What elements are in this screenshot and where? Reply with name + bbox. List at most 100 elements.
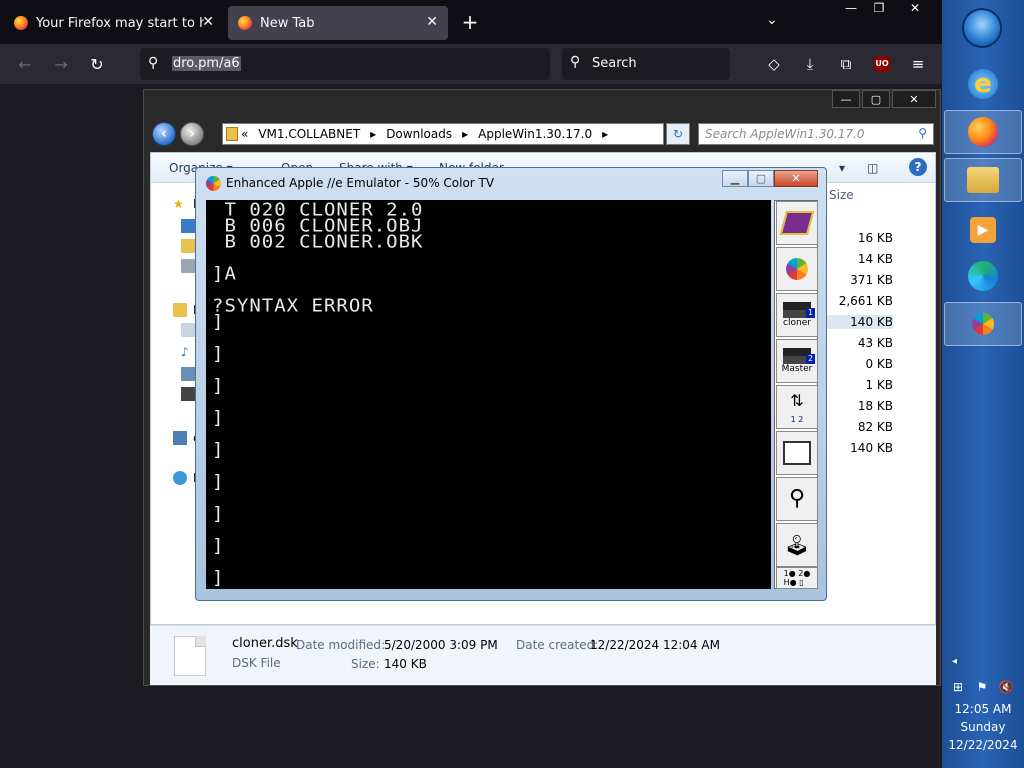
preview-pane-icon[interactable]: ◫ bbox=[867, 161, 878, 175]
minimize-button[interactable]: — bbox=[836, 0, 866, 18]
back-button[interactable]: ‹ bbox=[152, 122, 176, 146]
volume-muted-icon[interactable]: 🔇 bbox=[998, 680, 1014, 694]
close-button[interactable]: ✕ bbox=[774, 170, 818, 187]
tab-title: New Tab bbox=[260, 15, 315, 31]
close-window-button[interactable]: ✕ bbox=[900, 0, 930, 18]
minimize-button[interactable]: — bbox=[832, 90, 860, 108]
computer-icon[interactable] bbox=[173, 431, 187, 445]
apple-logo-icon bbox=[206, 176, 221, 191]
fullscreen-icon bbox=[783, 441, 811, 465]
run-button[interactable] bbox=[776, 247, 818, 291]
help-button[interactable]: ? bbox=[909, 158, 927, 176]
libraries-icon[interactable] bbox=[173, 303, 187, 317]
pictures-icon[interactable] bbox=[181, 367, 195, 381]
tab-new-tab[interactable]: New Tab ✕ bbox=[228, 6, 448, 40]
forward-button[interactable]: › bbox=[180, 122, 204, 146]
menu-icon[interactable]: ≡ bbox=[908, 54, 928, 74]
swap-drives-button[interactable]: ⇅ 1 2 bbox=[776, 385, 818, 429]
system-tray: ◂ ⊞ ⚑ 🔇 12:05 AM Sunday 12/22/2024 bbox=[942, 650, 1024, 768]
screen-line: ] bbox=[212, 567, 225, 589]
extensions-icon[interactable]: ⧉ bbox=[836, 54, 856, 74]
firefox-icon bbox=[968, 117, 998, 147]
taskbar-media-player[interactable]: ▶ bbox=[944, 208, 1022, 252]
minimize-button[interactable]: ▁ bbox=[722, 170, 748, 187]
restore-button[interactable]: ▢ bbox=[862, 90, 890, 108]
tab-firefox-notice[interactable]: Your Firefox may start to have p ✕ bbox=[4, 6, 224, 40]
breadcrumb-vm1[interactable]: VM1.COLLABNET bbox=[258, 127, 360, 141]
breadcrumb-overflow[interactable]: « bbox=[241, 127, 248, 141]
forward-button[interactable]: → bbox=[50, 54, 72, 76]
setup-button[interactable]: 🕹 bbox=[776, 523, 818, 567]
network-icon[interactable] bbox=[173, 471, 187, 485]
refresh-button[interactable]: ↻ bbox=[666, 123, 690, 145]
maximize-button[interactable]: ▢ bbox=[748, 170, 774, 187]
clock-time[interactable]: 12:05 AM bbox=[942, 702, 1024, 716]
search-icon: ⚲ bbox=[148, 55, 159, 71]
drive1-label: cloner bbox=[783, 318, 811, 328]
tray-expand-button[interactable]: ◂ bbox=[952, 656, 957, 667]
recent-places-icon[interactable] bbox=[181, 259, 195, 273]
pocket-icon[interactable]: ◇ bbox=[764, 54, 784, 74]
close-icon[interactable]: ✕ bbox=[202, 14, 214, 30]
start-button[interactable] bbox=[962, 8, 1002, 48]
search-icon: ⚲ bbox=[918, 126, 927, 140]
close-icon[interactable]: ✕ bbox=[426, 14, 438, 30]
restore-button[interactable]: ❐ bbox=[864, 0, 894, 18]
desktop-icon[interactable] bbox=[181, 219, 195, 233]
taskbar-internet-explorer[interactable]: e bbox=[944, 62, 1022, 106]
screen-line: B 002 CLONER.OBK bbox=[212, 231, 424, 253]
taskbar-edge[interactable] bbox=[944, 254, 1022, 298]
clock-date[interactable]: 12/22/2024 bbox=[942, 738, 1024, 752]
favorites-star-icon[interactable]: ★ bbox=[173, 197, 187, 211]
clock-day[interactable]: Sunday bbox=[942, 720, 1024, 734]
emulator-screen[interactable]: T 020 CLONER 2.0 B 006 CLONER.OBJ B 002 … bbox=[206, 200, 771, 589]
debug-button[interactable]: ⚲ bbox=[776, 477, 818, 521]
drive1-button[interactable]: 1 cloner bbox=[776, 293, 818, 337]
documents-icon[interactable] bbox=[181, 323, 195, 337]
breadcrumb-separator[interactable]: ▸ bbox=[370, 127, 376, 141]
ublock-icon[interactable]: UO bbox=[874, 56, 890, 72]
url-bar[interactable]: ⚲ dro.pm/a6 bbox=[140, 48, 550, 80]
downloads-icon[interactable]: ⤓ bbox=[800, 54, 820, 74]
drive2-button[interactable]: 2 Master bbox=[776, 339, 818, 383]
drive-number: 1 bbox=[806, 308, 815, 318]
reload-button[interactable]: ↻ bbox=[86, 54, 108, 76]
explorer-search-input[interactable]: Search AppleWin1.30.17.0 ⚲ bbox=[698, 123, 934, 145]
breadcrumb-downloads[interactable]: Downloads bbox=[386, 127, 452, 141]
close-button[interactable]: ✕ bbox=[892, 90, 936, 108]
taskbar-applewin[interactable] bbox=[944, 302, 1022, 346]
network-icon[interactable]: ⊞ bbox=[950, 680, 966, 694]
url-input[interactable]: dro.pm/a6 bbox=[172, 56, 241, 71]
view-options-icon[interactable]: ▾ bbox=[839, 161, 845, 175]
breadcrumb-applewin[interactable]: AppleWin1.30.17.0 bbox=[478, 127, 592, 141]
detail-created: 12/22/2024 12:04 AM bbox=[590, 638, 720, 652]
folder-icon bbox=[226, 127, 238, 141]
breadcrumb-separator[interactable]: ▸ bbox=[462, 127, 468, 141]
emulator-toolbar: 1 cloner 2 Master ⇅ 1 2 ⚲ 🕹 1● 2● H● ▯ bbox=[774, 200, 818, 589]
music-icon[interactable]: ♪ bbox=[181, 345, 195, 359]
applewin-window: Enhanced Apple //e Emulator - 50% Color … bbox=[195, 167, 827, 601]
firefox-icon bbox=[14, 16, 28, 30]
screen-line: ]A bbox=[212, 263, 237, 285]
downloads-folder-icon[interactable] bbox=[181, 239, 195, 253]
column-header-size[interactable]: Size bbox=[829, 188, 854, 202]
action-center-flag-icon[interactable]: ⚑ bbox=[974, 680, 990, 694]
taskbar-firefox[interactable] bbox=[944, 110, 1022, 154]
new-tab-button[interactable]: + bbox=[458, 10, 482, 34]
back-button[interactable]: ← bbox=[14, 54, 36, 76]
window-title: Enhanced Apple //e Emulator - 50% Color … bbox=[226, 176, 495, 190]
details-pane: cloner.dsk DSK File Date modified: 5/20/… bbox=[150, 625, 936, 685]
address-bar[interactable]: « VM1.COLLABNET ▸ Downloads ▸ AppleWin1.… bbox=[222, 123, 664, 145]
magnifier-icon: ⚲ bbox=[788, 486, 806, 511]
taskbar-explorer[interactable] bbox=[944, 158, 1022, 202]
help-button[interactable] bbox=[776, 201, 818, 245]
search-input[interactable]: Search bbox=[592, 56, 637, 71]
fullscreen-button[interactable] bbox=[776, 431, 818, 475]
videos-icon[interactable] bbox=[181, 387, 195, 401]
apple-logo-icon bbox=[972, 313, 994, 335]
breadcrumb-separator[interactable]: ▸ bbox=[602, 127, 608, 141]
address-row: ‹ › « VM1.COLLABNET ▸ Downloads ▸ AppleW… bbox=[150, 120, 936, 152]
detail-created-label: Date created: bbox=[516, 638, 599, 652]
search-bar[interactable]: ⚲ Search bbox=[562, 48, 730, 80]
list-all-tabs-button[interactable]: ⌄ bbox=[766, 12, 778, 28]
